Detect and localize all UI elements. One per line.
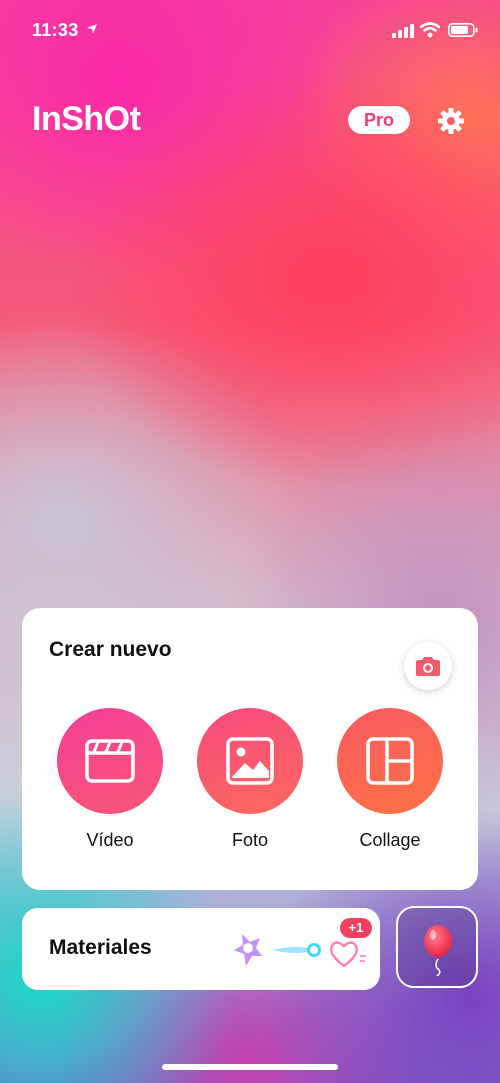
- video-button[interactable]: [57, 708, 163, 814]
- status-bar: 11:33: [0, 0, 500, 60]
- wifi-icon: [419, 22, 441, 43]
- card-title: Crear nuevo: [49, 638, 172, 661]
- photo-action[interactable]: Foto: [195, 708, 305, 851]
- home-indicator[interactable]: [162, 1064, 338, 1070]
- balloon-icon: [424, 925, 452, 976]
- star-sticker-icon: [234, 934, 262, 966]
- camera-button[interactable]: [404, 642, 452, 690]
- new-materials-badge: +1: [340, 918, 372, 938]
- create-new-card: Crear nuevo Vídeo Foto Collage: [22, 608, 478, 890]
- camera-icon: [416, 657, 440, 676]
- location-arrow-icon: [86, 22, 98, 40]
- clapperboard-icon: [85, 739, 135, 783]
- video-action[interactable]: Vídeo: [55, 708, 165, 851]
- comet-sticker-icon: [272, 943, 321, 957]
- collage-button[interactable]: [337, 708, 443, 814]
- balloon-button[interactable]: [396, 906, 478, 988]
- materials-card[interactable]: Materiales +1: [22, 908, 380, 990]
- battery-icon: [448, 23, 478, 42]
- gear-icon[interactable]: [437, 107, 465, 140]
- collage-label: Collage: [359, 830, 421, 850]
- collage-action[interactable]: Collage: [335, 708, 445, 851]
- heart-sticker-icon: [330, 941, 366, 968]
- photo-label: Foto: [231, 830, 269, 850]
- pro-button[interactable]: Pro: [348, 106, 410, 134]
- status-time: 11:33: [32, 20, 79, 40]
- materials-label: Materiales: [49, 936, 152, 959]
- collage-grid-icon: [366, 737, 414, 785]
- image-icon: [226, 737, 274, 785]
- app-logo: InShOt: [32, 100, 141, 138]
- signal-icon: [392, 24, 414, 43]
- video-label: Vídeo: [86, 830, 134, 850]
- photo-button[interactable]: [197, 708, 303, 814]
